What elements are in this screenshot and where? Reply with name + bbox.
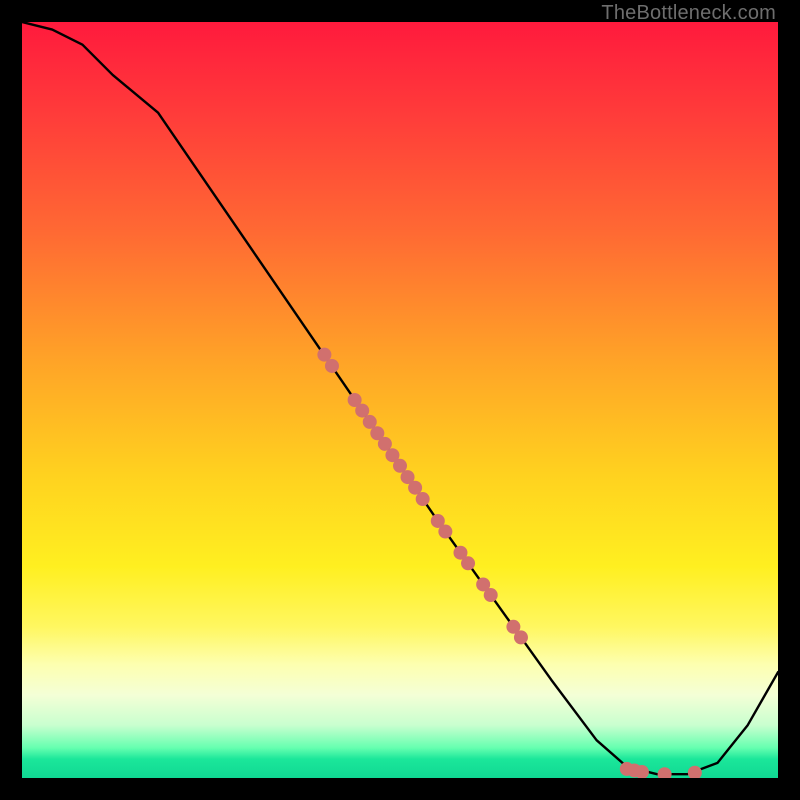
chart-svg	[22, 22, 778, 778]
chart-frame: TheBottleneck.com	[0, 0, 800, 800]
data-point	[688, 766, 702, 778]
data-point	[514, 630, 528, 644]
data-point	[416, 492, 430, 506]
data-point	[438, 525, 452, 539]
plot-area	[22, 22, 778, 778]
scatter-points	[317, 348, 701, 778]
data-point	[325, 359, 339, 373]
curve-path	[22, 22, 778, 774]
data-point	[658, 767, 672, 778]
data-point	[461, 556, 475, 570]
data-point	[484, 588, 498, 602]
curve-line	[22, 22, 778, 774]
